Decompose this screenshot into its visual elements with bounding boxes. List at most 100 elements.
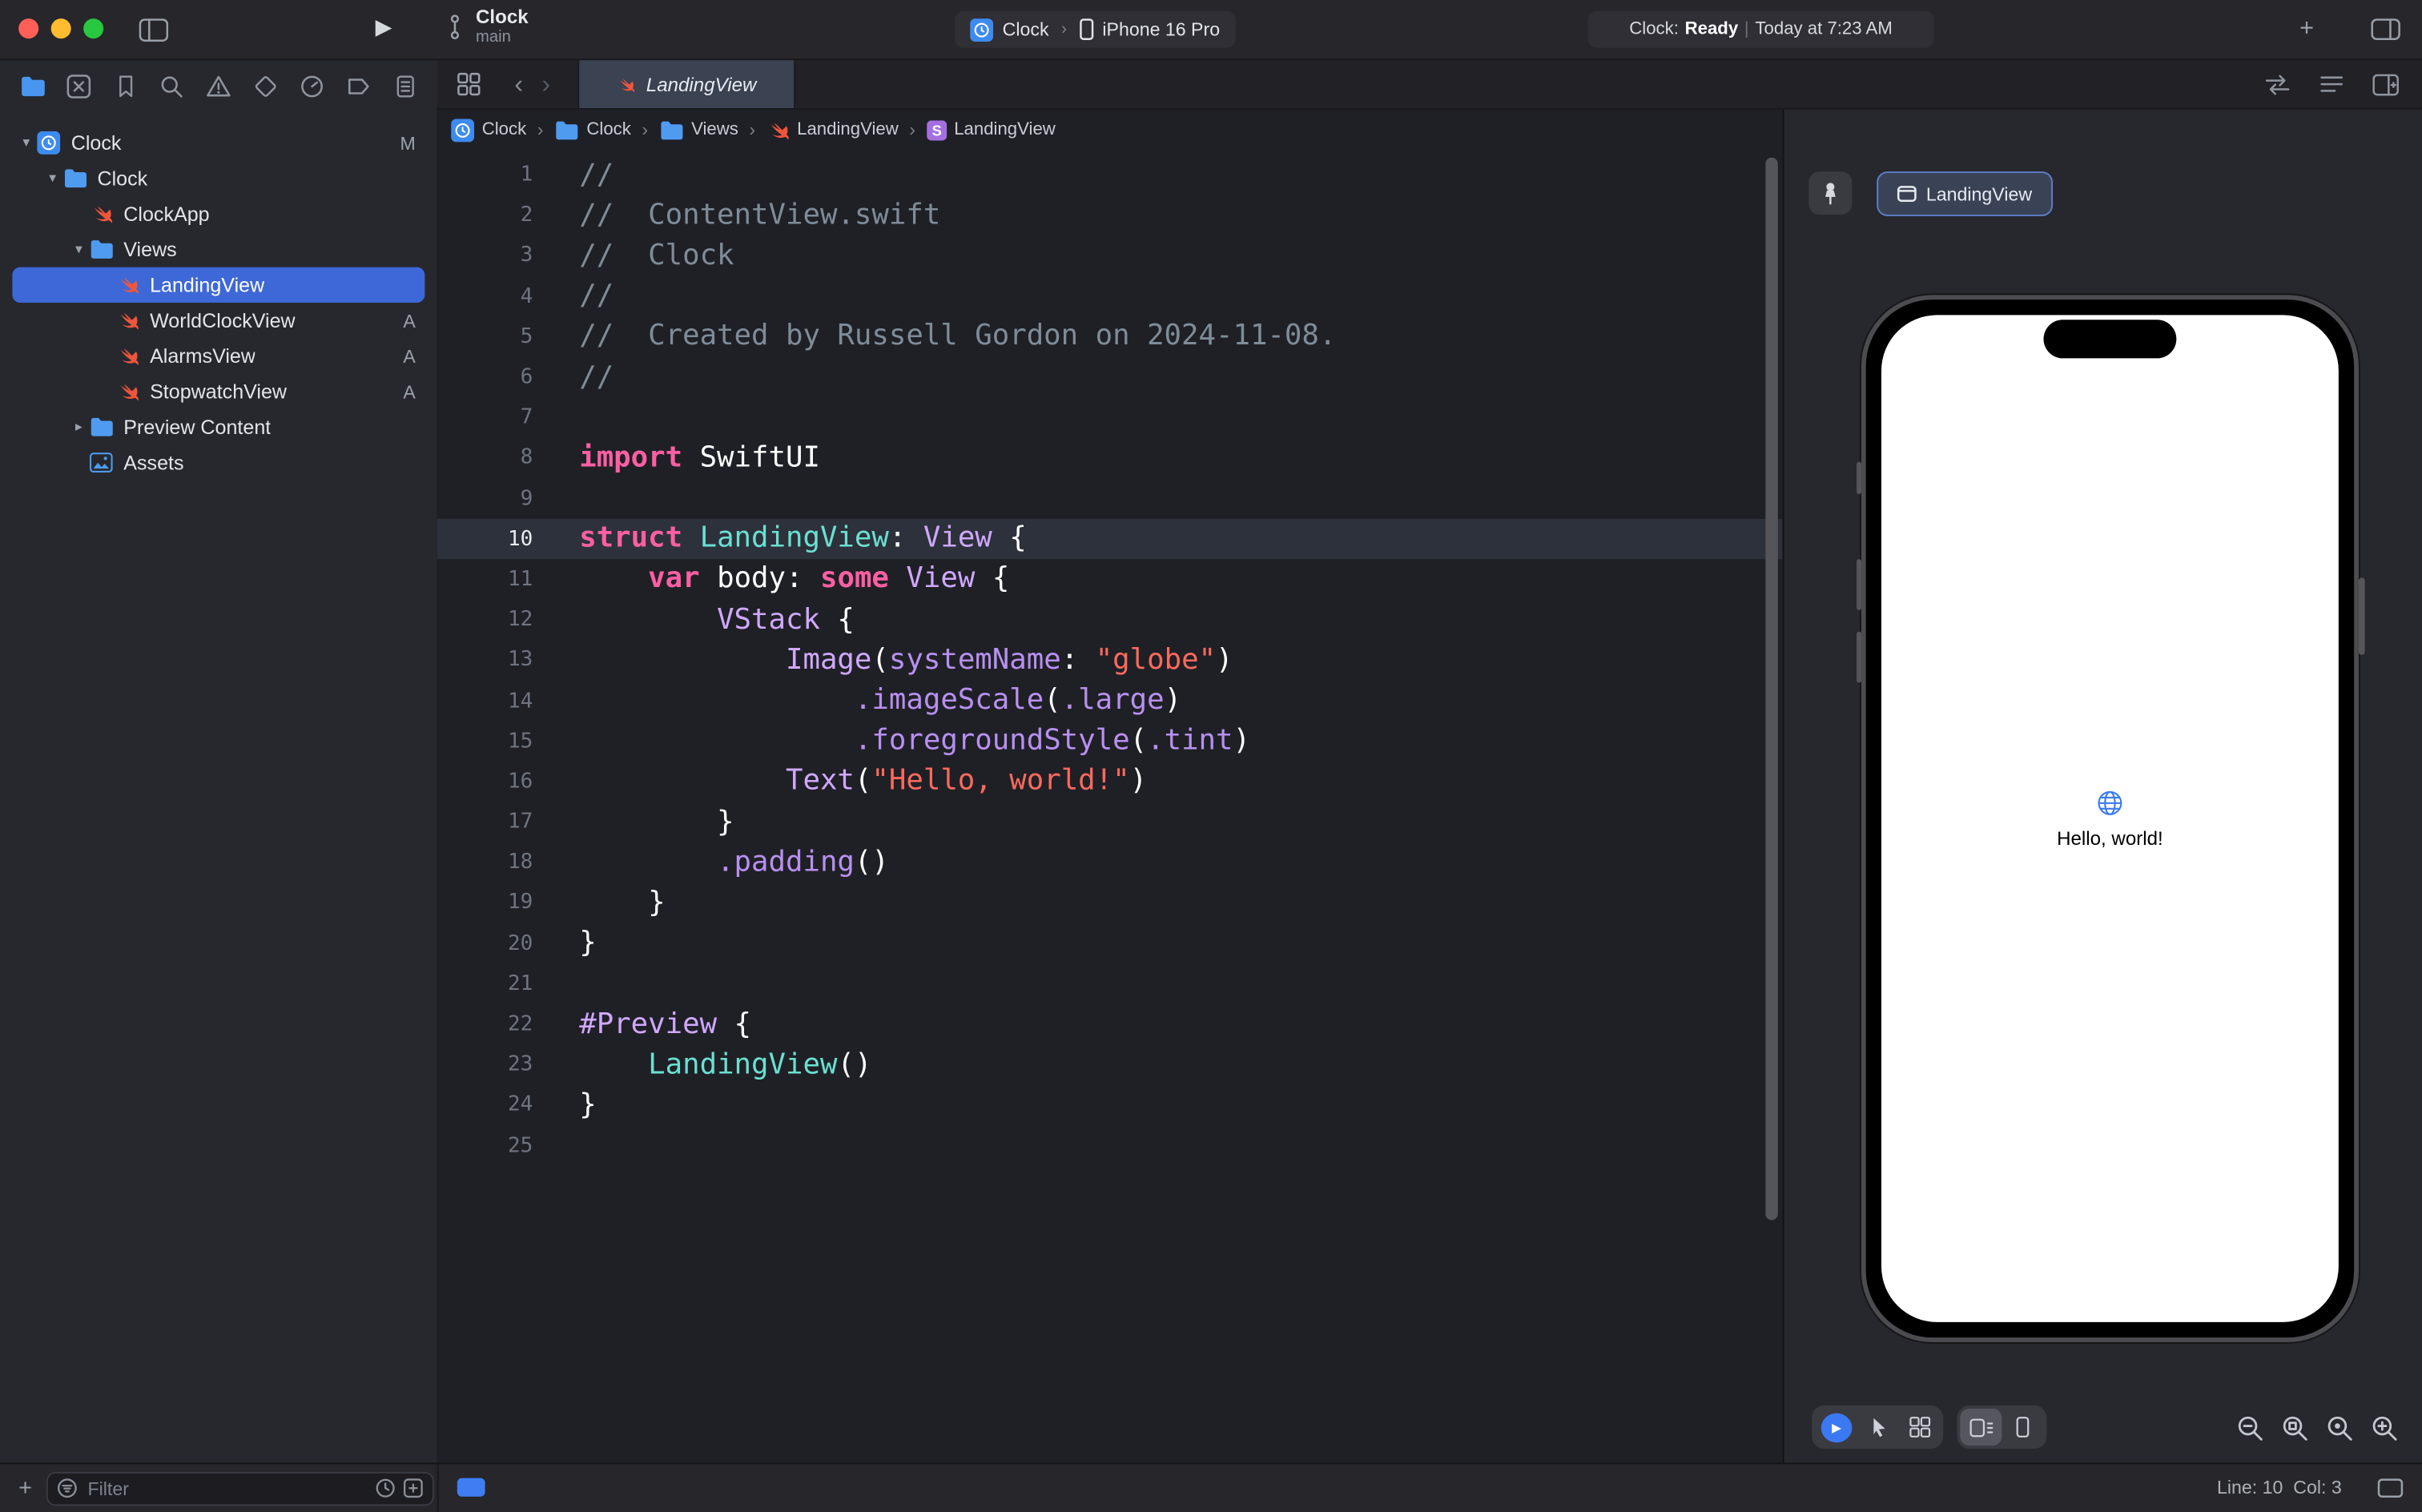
chevron-down-icon[interactable]: ▾ — [15, 135, 37, 151]
variants-button[interactable] — [1898, 1409, 1940, 1446]
code-line-15[interactable]: 15 .foregroundStyle(.tint) — [437, 721, 1784, 762]
editor-layout-icon[interactable] — [2371, 18, 2400, 41]
code-line-3[interactable]: 3 // Clock — [437, 235, 1784, 276]
code-text: // — [579, 158, 614, 191]
tab-landingview[interactable]: LandingView — [577, 60, 795, 108]
project-navigator-icon[interactable] — [17, 71, 48, 103]
sidebar-toggle-icon[interactable] — [139, 18, 169, 42]
code-line-16[interactable]: 16 Text("Hello, world!") — [437, 761, 1784, 802]
activity-status[interactable]: Clock: Ready | Today at 7:23 AM — [1587, 10, 1934, 48]
code-line-4[interactable]: 4 // — [437, 275, 1784, 316]
sidebar-item-landingview[interactable]: LandingView — [12, 267, 425, 303]
forward-button[interactable]: › — [533, 71, 560, 98]
code-line-14[interactable]: 14 .imageScale(.large) — [437, 680, 1784, 721]
minimize-window-button[interactable] — [50, 18, 71, 39]
sidebar-item-views[interactable]: ▾ Views — [12, 231, 424, 267]
editor-options-blue-icon[interactable] — [457, 1478, 485, 1497]
preview-tab[interactable]: LandingView — [1877, 171, 2053, 216]
line-number: 17 — [507, 809, 533, 834]
editor-options-icon[interactable] — [2315, 69, 2347, 100]
square-plus-icon[interactable] — [403, 1478, 423, 1498]
code-lines: 1 // 2 // ContentView.swift 3 // Clock 4 // 5 // … — [437, 150, 1784, 1165]
debug-navigator-icon[interactable] — [296, 71, 328, 103]
sidebar-item-stopwatchview[interactable]: StopwatchView A — [12, 374, 424, 409]
zoom-in-icon[interactable] — [2371, 1415, 2400, 1445]
sidebar-item-clockapp[interactable]: ClockApp — [12, 196, 424, 231]
sidebar-item-alarmsview[interactable]: AlarmsView A — [12, 338, 424, 373]
code-line-19[interactable]: 19 } — [437, 883, 1784, 923]
editor-scrollbar[interactable] — [1765, 157, 1778, 1220]
breadcrumb-label: LandingView — [954, 120, 1056, 139]
issues-navigator-icon[interactable] — [203, 71, 235, 103]
code-line-8[interactable]: 8 import SwiftUI — [437, 437, 1784, 478]
code-line-6[interactable]: 6 // — [437, 356, 1784, 397]
chevron-down-icon[interactable]: ▾ — [42, 170, 63, 187]
bookmarks-navigator-icon[interactable] — [110, 71, 141, 103]
swift-icon — [766, 119, 790, 142]
source-control-navigator-icon[interactable] — [63, 71, 95, 103]
code-line-9[interactable]: 9 — [437, 478, 1784, 519]
breadcrumb-item[interactable]: Clock — [554, 119, 631, 139]
add-file-button[interactable]: + — [18, 1475, 32, 1502]
breadcrumb-item[interactable]: Views — [659, 119, 738, 139]
sidebar-item-clock[interactable]: ▾ Clock — [12, 161, 424, 196]
code-line-12[interactable]: 12 VStack { — [437, 599, 1784, 640]
code-line-18[interactable]: 18 .padding() — [437, 842, 1784, 883]
code-line-10[interactable]: 10 struct LandingView: View { — [437, 518, 1784, 559]
breadcrumb-item[interactable]: LandingView — [766, 119, 899, 142]
code-line-5[interactable]: 5 // Created by Russell Gordon on 2024-11… — [437, 316, 1784, 357]
tests-navigator-icon[interactable] — [250, 71, 281, 103]
run-button[interactable]: ▶ — [376, 14, 392, 40]
display-icon[interactable] — [2377, 1478, 2404, 1498]
breadcrumb-label: Clock — [481, 120, 527, 139]
chevron-right-icon[interactable]: ▸ — [68, 419, 90, 436]
preview-device-button[interactable] — [2002, 1409, 2043, 1446]
sidebar-item-clock[interactable]: ▾ Clock M — [12, 125, 424, 160]
line-number: 13 — [507, 647, 533, 673]
code-line-22[interactable]: 22 #Preview { — [437, 1003, 1784, 1044]
code-line-11[interactable]: 11 var body: some View { — [437, 559, 1784, 600]
symbol-s-icon: S — [926, 119, 947, 140]
live-preview-button[interactable]: ▶ — [1815, 1409, 1857, 1446]
breadcrumb-item[interactable]: S LandingView — [926, 119, 1056, 140]
code-review-icon[interactable] — [2261, 69, 2292, 100]
volume-up-button — [1856, 559, 1861, 610]
reports-navigator-icon[interactable] — [389, 71, 420, 103]
breadcrumb-item[interactable]: Clock — [451, 118, 527, 142]
related-files-icon[interactable] — [453, 69, 484, 100]
code-line-2[interactable]: 2 // ContentView.swift — [437, 195, 1784, 235]
breakpoints-navigator-icon[interactable] — [343, 71, 374, 103]
sidebar-item-preview-content[interactable]: ▸ Preview Content — [12, 409, 424, 444]
code-line-23[interactable]: 23 LandingView() — [437, 1044, 1784, 1085]
sidebar-item-assets[interactable]: Assets — [12, 444, 424, 480]
back-button[interactable]: ‹ — [505, 71, 533, 98]
filter-input[interactable] — [84, 1475, 368, 1501]
code-line-25[interactable]: 25 — [437, 1125, 1784, 1166]
code-line-1[interactable]: 1 // — [437, 155, 1784, 195]
code-line-13[interactable]: 13 Image(systemName: "globe") — [437, 640, 1784, 681]
zoom-actual-icon[interactable] — [2326, 1415, 2356, 1445]
sidebar-item-worldclockview[interactable]: WorldClockView A — [12, 303, 424, 338]
zoom-fit-icon[interactable] — [2281, 1415, 2311, 1445]
chevron-down-icon[interactable]: ▾ — [68, 241, 90, 258]
code-line-24[interactable]: 24} — [437, 1084, 1784, 1125]
selectable-mode-button[interactable] — [1857, 1409, 1898, 1446]
zoom-out-icon[interactable] — [2237, 1415, 2267, 1445]
code-line-7[interactable]: 7 — [437, 397, 1784, 438]
filter-field[interactable] — [46, 1470, 434, 1506]
scheme-selector[interactable]: Clock › iPhone 16 Pro — [954, 10, 1236, 48]
code-line-20[interactable]: 20} — [437, 923, 1784, 963]
add-button[interactable]: + — [2299, 15, 2314, 43]
svg-text:S: S — [931, 121, 941, 138]
zoom-window-button[interactable] — [83, 18, 104, 39]
close-window-button[interactable] — [18, 18, 39, 39]
add-editor-icon[interactable] — [2369, 69, 2400, 100]
pin-preview-button[interactable] — [1808, 171, 1853, 215]
recents-clock-icon[interactable] — [375, 1478, 395, 1498]
find-navigator-icon[interactable] — [157, 71, 188, 103]
code-line-21[interactable]: 21 — [437, 963, 1784, 1004]
scm-status[interactable]: Clock main — [445, 6, 529, 47]
code-line-17[interactable]: 17 } — [437, 802, 1784, 842]
device-settings-button[interactable] — [1960, 1408, 2002, 1446]
source-editor[interactable]: 1 // 2 // ContentView.swift 3 // Clock 4 // 5 // … — [437, 150, 1784, 1465]
